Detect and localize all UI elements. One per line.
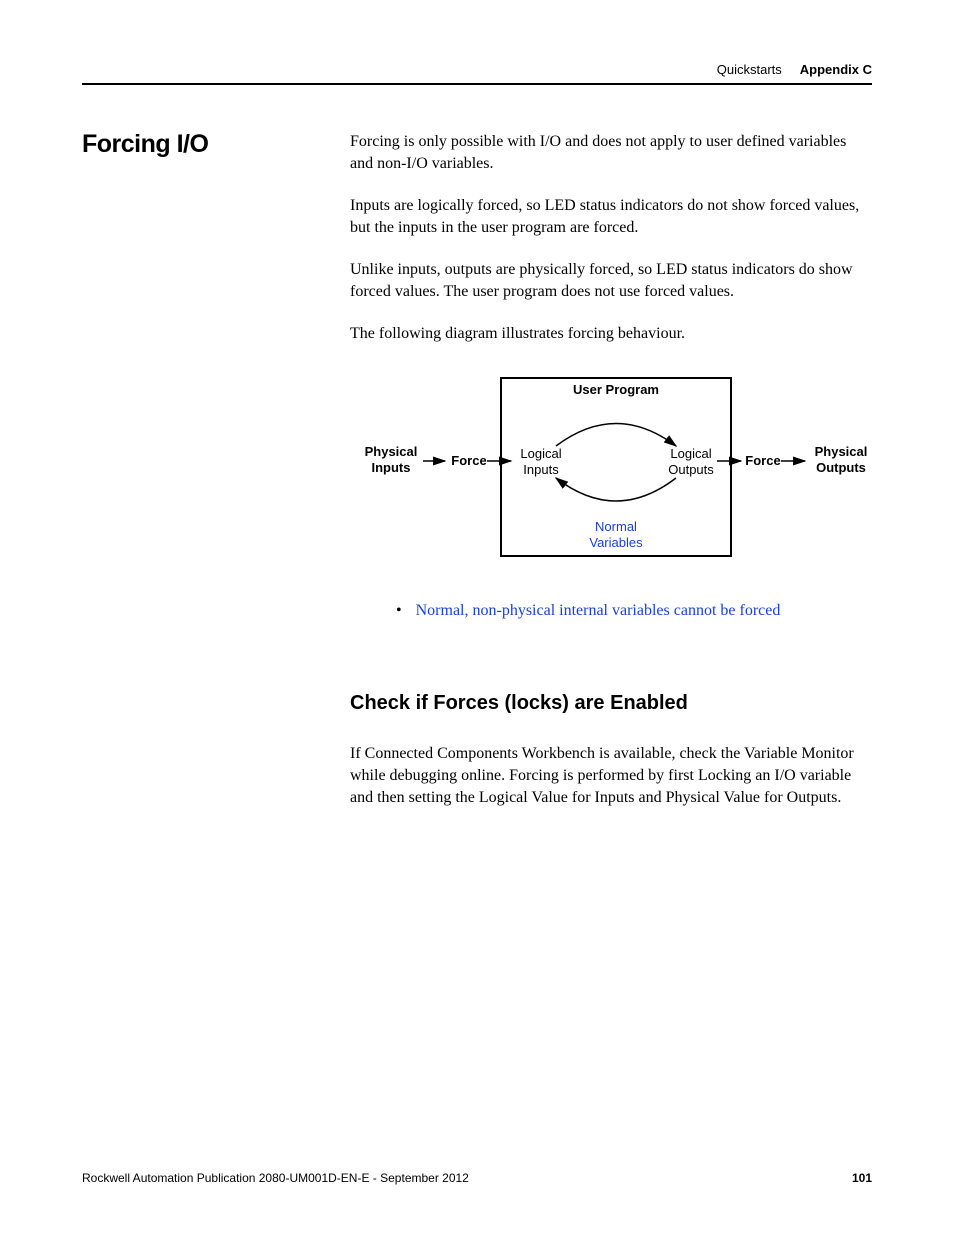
paragraph-5: If Connected Components Workbench is ava… xyxy=(350,743,872,809)
paragraph-1: Forcing is only possible with I/O and do… xyxy=(350,131,872,175)
subsection-title: Check if Forces (locks) are Enabled xyxy=(350,692,872,715)
diagram-logical-inputs-1: Logical xyxy=(520,446,561,461)
diagram-logical-inputs-2: Inputs xyxy=(523,462,559,477)
bullet-item: • Normal, non-physical internal variable… xyxy=(396,600,872,622)
forcing-diagram: User Program Physical Inputs Force Logic… xyxy=(350,366,872,566)
header-quickstarts: Quickstarts xyxy=(717,62,782,77)
diagram-physical-inputs-2: Inputs xyxy=(372,460,411,475)
bullet-marker: • xyxy=(396,600,402,622)
diagram-logical-outputs-1: Logical xyxy=(670,446,711,461)
diagram-force-right: Force xyxy=(745,453,780,468)
bullet-text: Normal, non-physical internal variables … xyxy=(416,600,781,622)
diagram-normal-2: Variables xyxy=(589,535,643,550)
page-header: Quickstarts Appendix C xyxy=(82,62,872,77)
diagram-physical-outputs-2: Outputs xyxy=(816,460,866,475)
footer-page-number: 101 xyxy=(852,1171,872,1185)
header-rule xyxy=(82,83,872,85)
paragraph-3: Unlike inputs, outputs are physically fo… xyxy=(350,259,872,303)
page-footer: Rockwell Automation Publication 2080-UM0… xyxy=(82,1171,872,1185)
diagram-user-program: User Program xyxy=(573,382,659,397)
diagram-normal-1: Normal xyxy=(595,519,637,534)
paragraph-2: Inputs are logically forced, so LED stat… xyxy=(350,195,872,239)
diagram-logical-outputs-2: Outputs xyxy=(668,462,714,477)
header-appendix: Appendix C xyxy=(800,62,872,77)
diagram-physical-inputs-1: Physical xyxy=(365,444,418,459)
paragraph-4: The following diagram illustrates forcin… xyxy=(350,323,872,345)
section-title: Forcing I/O xyxy=(82,131,350,159)
diagram-physical-outputs-1: Physical xyxy=(815,444,868,459)
diagram-force-left: Force xyxy=(451,453,486,468)
footer-publication: Rockwell Automation Publication 2080-UM0… xyxy=(82,1171,469,1185)
